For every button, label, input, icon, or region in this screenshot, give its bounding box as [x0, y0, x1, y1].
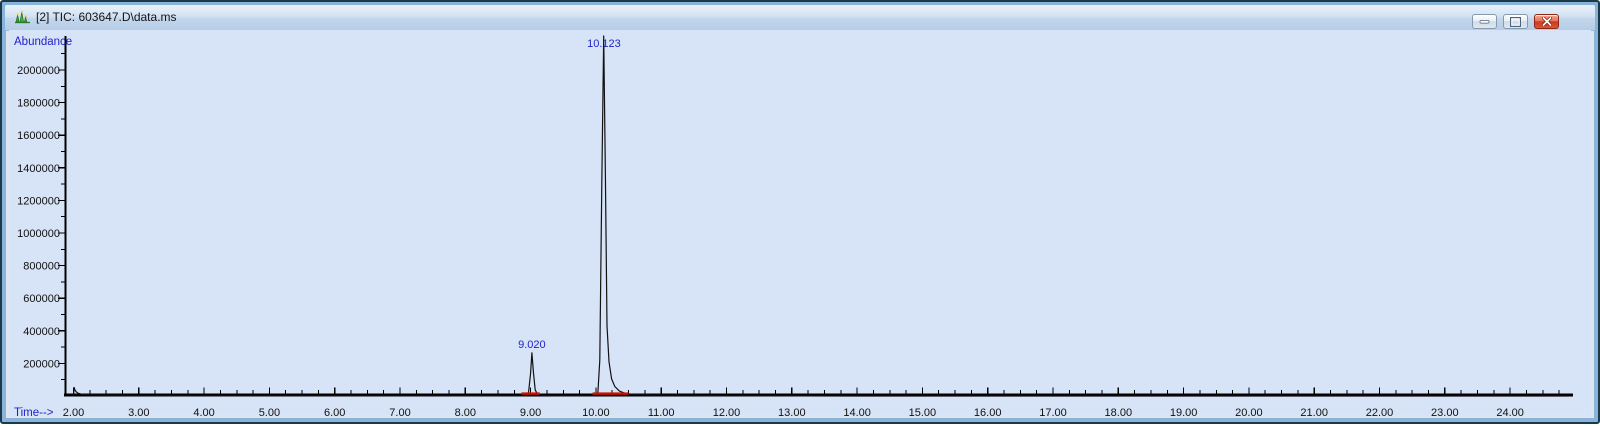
plot-surface	[9, 30, 1591, 415]
minimize-icon	[1479, 20, 1490, 24]
close-button[interactable]	[1534, 14, 1559, 29]
minimize-button[interactable]	[1472, 14, 1497, 29]
window-controls	[1472, 14, 1559, 29]
close-icon	[1541, 17, 1552, 26]
maximize-button[interactable]	[1503, 14, 1528, 29]
maximize-icon	[1510, 16, 1521, 27]
title-bar[interactable]: [2] TIC: 603647.D\data.ms	[5, 5, 1595, 31]
window-title: [2] TIC: 603647.D\data.ms	[36, 10, 177, 24]
chromatogram-icon	[14, 9, 31, 26]
chemstation-chromatogram-window: [2] TIC: 603647.D\data.ms 2.00 3.00 4.00…	[0, 0, 1600, 424]
